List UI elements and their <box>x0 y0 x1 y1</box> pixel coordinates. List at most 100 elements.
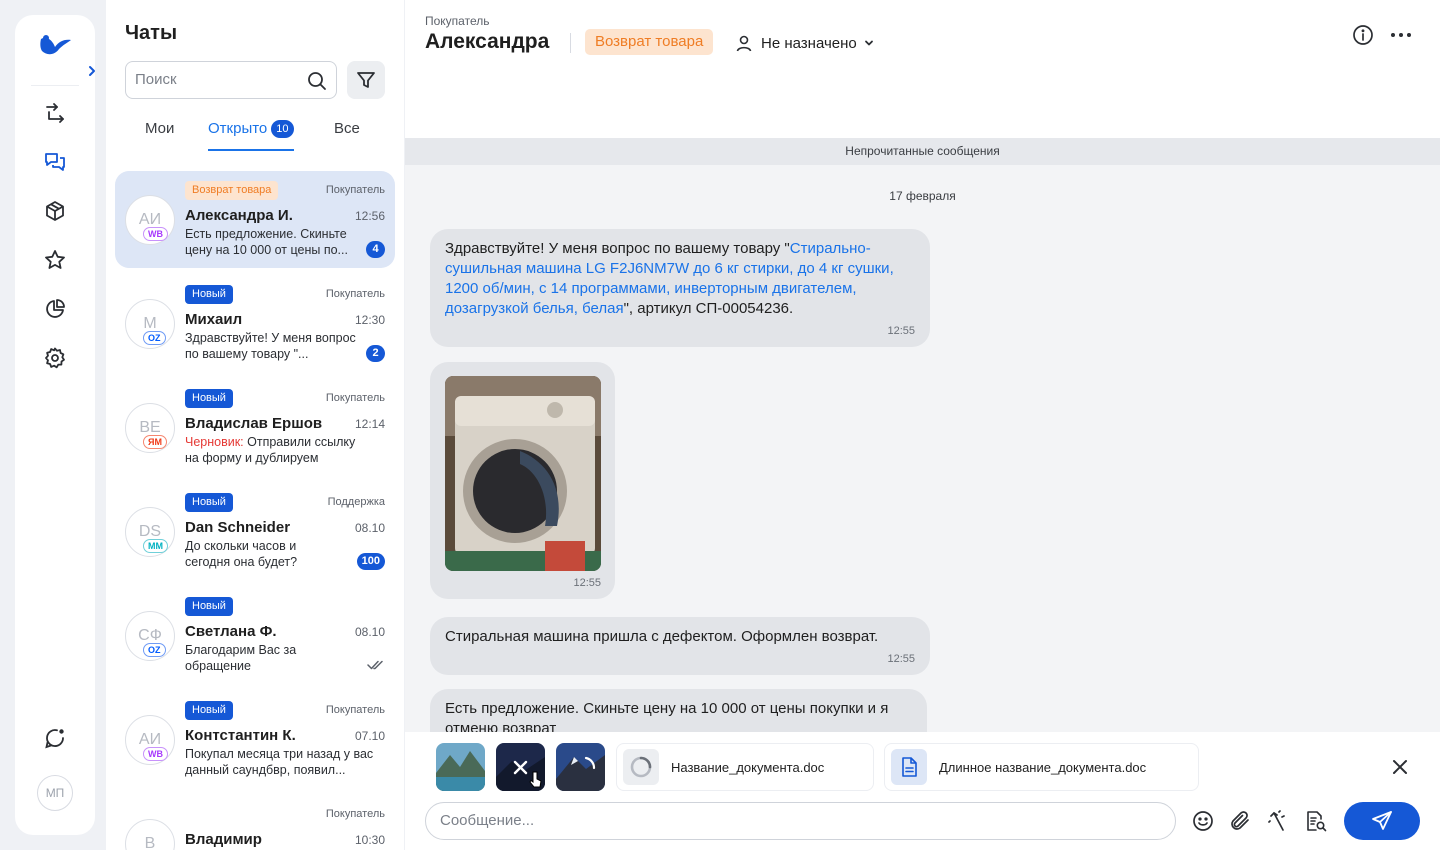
status-badge: Возврат товара <box>185 181 279 200</box>
document-loading <box>623 749 659 785</box>
marketplace-badge: OZ <box>143 643 166 657</box>
contact-name: Контстантин К. <box>185 727 296 744</box>
user-icon <box>736 35 752 52</box>
support-chat-icon[interactable] <box>43 726 67 750</box>
marketplace-badge: OZ <box>143 331 166 345</box>
message-preview: Черновик: Отправили ссылку на форму и ду… <box>185 434 361 466</box>
contact-name: Александра И. <box>185 207 293 224</box>
chat-list-item[interactable]: СФ OZ Новый Светлана Ф. 08.10 Благодарим… <box>115 587 395 684</box>
message-time: 12:55 <box>887 325 915 337</box>
document-name: Название_документа.doc <box>671 759 825 775</box>
tab-all[interactable]: Все <box>334 118 360 151</box>
contact-avatar: В <box>125 819 175 850</box>
message-text: Стиральная машина пришла с дефектом. Офо… <box>445 628 879 645</box>
filter-button[interactable] <box>347 61 385 99</box>
status-badge: Новый <box>185 285 233 304</box>
search-icon[interactable] <box>307 71 327 91</box>
contact-type: Покупатель <box>325 392 385 404</box>
chat-list-item[interactable]: DS ММ Новый Поддержка Dan Schneider 08.1… <box>115 483 395 580</box>
chat-tabs: Мои Открыто 10 Все <box>125 118 385 152</box>
message-preview: Есть предложение. Скиньте цену на 10 000… <box>185 226 361 258</box>
info-icon[interactable] <box>1352 24 1374 46</box>
preview-text: Благодарим Вас за обращение <box>185 643 297 673</box>
contact-type: Покупатель <box>325 288 385 300</box>
washing-machine-photo[interactable] <box>445 376 601 571</box>
chevron-down-icon <box>864 40 873 46</box>
attach-paperclip-icon[interactable] <box>1228 809 1252 833</box>
contact-type: Покупатель <box>325 184 385 196</box>
draft-label: Черновик: <box>185 435 244 449</box>
chat-list-item[interactable]: ВЕ ЯМ Новый Покупатель Владислав Ершов 1… <box>115 379 395 476</box>
search-input[interactable] <box>135 71 295 88</box>
chat-list-item[interactable]: В Покупатель Владимир 10:30 <box>115 795 395 850</box>
templates-search-icon[interactable] <box>1304 809 1328 833</box>
search-box[interactable] <box>125 61 337 99</box>
status-badge: Новый <box>185 389 233 408</box>
contact-name: Светлана Ф. <box>185 623 277 640</box>
loading-spinner-icon <box>630 756 652 778</box>
contact-name: Владислав Ершов <box>185 415 323 432</box>
chat-list-item[interactable]: АИ WB Возврат товара Покупатель Александ… <box>115 171 395 268</box>
message-time: 12:55 <box>573 577 601 589</box>
document-attachment[interactable]: Название_документа.doc <box>616 743 874 791</box>
document-thumb <box>891 749 927 785</box>
tab-label: Открыто <box>208 120 268 137</box>
chevron-right-icon[interactable] <box>85 63 99 79</box>
message-text: Есть предложение. Скиньте цену на 10 000… <box>445 700 889 732</box>
message-input[interactable] <box>440 812 1140 829</box>
products-box-icon[interactable] <box>43 199 67 223</box>
marketplace-badge: ЯМ <box>143 435 167 449</box>
status-badge: Новый <box>185 493 233 512</box>
emoji-icon[interactable] <box>1191 809 1215 833</box>
star-icon[interactable] <box>43 248 67 272</box>
marketplace-badge: WB <box>143 747 168 761</box>
document-attachment[interactable]: Длинное название_документа.doc <box>884 743 1199 791</box>
unread-count-badge: 2 <box>366 345 385 362</box>
conversation-contact-name: Александра <box>425 30 550 53</box>
message-bubble: Стиральная машина пришла с дефектом. Офо… <box>430 617 930 675</box>
conversation-panel: Покупатель Александра Возврат товара Не … <box>405 0 1440 850</box>
chat-list-title: Чаты <box>125 22 178 44</box>
conversation-status-tag[interactable]: Возврат товара <box>585 29 714 55</box>
user-avatar[interactable]: МП <box>37 775 73 811</box>
image-attachment-thumbnail[interactable] <box>556 743 605 791</box>
assignee-label: Не назначено <box>761 34 857 52</box>
message-preview: До скольки часов и сегодня она будет? <box>185 538 335 570</box>
chats-icon[interactable] <box>43 150 67 174</box>
tab-count-badge: 10 <box>271 120 294 138</box>
message-text: ", артикул СП-00054236. <box>623 300 794 317</box>
contact-type-label: Покупатель <box>425 14 490 28</box>
message-time: 12:30 <box>354 313 385 327</box>
date-separator: 17 февраля <box>889 189 956 203</box>
preview-text: Здравствуйте! У меня вопрос по вашему то… <box>185 331 356 361</box>
image-attachment-thumbnail[interactable] <box>436 743 485 791</box>
message-preview: Благодарим Вас за обращение <box>185 642 325 674</box>
marketplace-badge: WB <box>143 227 168 241</box>
orders-arrows-icon[interactable] <box>43 101 67 125</box>
contact-name: Владимир <box>185 831 262 848</box>
attachments-tray: Название_документа.doc Длинное название_… <box>405 732 1440 796</box>
preview-text: Есть предложение. Скиньте цену на 10 000… <box>185 227 348 257</box>
image-attachment-thumbnail[interactable] <box>496 743 545 791</box>
message-bubble: Есть предложение. Скиньте цену на 10 000… <box>430 689 927 732</box>
logo-icon[interactable] <box>37 31 73 61</box>
magic-wand-icon[interactable] <box>1266 809 1290 833</box>
assignee-dropdown[interactable]: Не назначено <box>735 32 875 54</box>
message-composer[interactable] <box>425 802 1176 840</box>
send-button[interactable] <box>1344 802 1420 840</box>
message-time: 10:30 <box>354 833 385 847</box>
tab-open[interactable]: Открыто 10 <box>208 118 294 151</box>
close-icon[interactable] <box>1390 757 1410 777</box>
message-bubble: 12:55 <box>430 362 615 599</box>
chat-list-item[interactable]: АИ WB Новый Покупатель Контстантин К. 07… <box>115 691 395 788</box>
chat-list-item[interactable]: М OZ Новый Покупатель Михаил 12:30 Здрав… <box>115 275 395 372</box>
more-options-icon[interactable] <box>1390 26 1412 44</box>
send-paper-plane-icon <box>1372 811 1392 830</box>
message-thread[interactable]: Непрочитанные сообщения 17 февраля Здрав… <box>405 138 1440 732</box>
tab-label: Мои <box>145 120 175 137</box>
settings-gear-icon[interactable] <box>43 346 67 370</box>
analytics-pie-icon[interactable] <box>43 297 67 321</box>
filter-funnel-icon <box>357 72 375 88</box>
contact-name: Михаил <box>185 311 243 328</box>
tab-mine[interactable]: Мои <box>145 118 174 151</box>
